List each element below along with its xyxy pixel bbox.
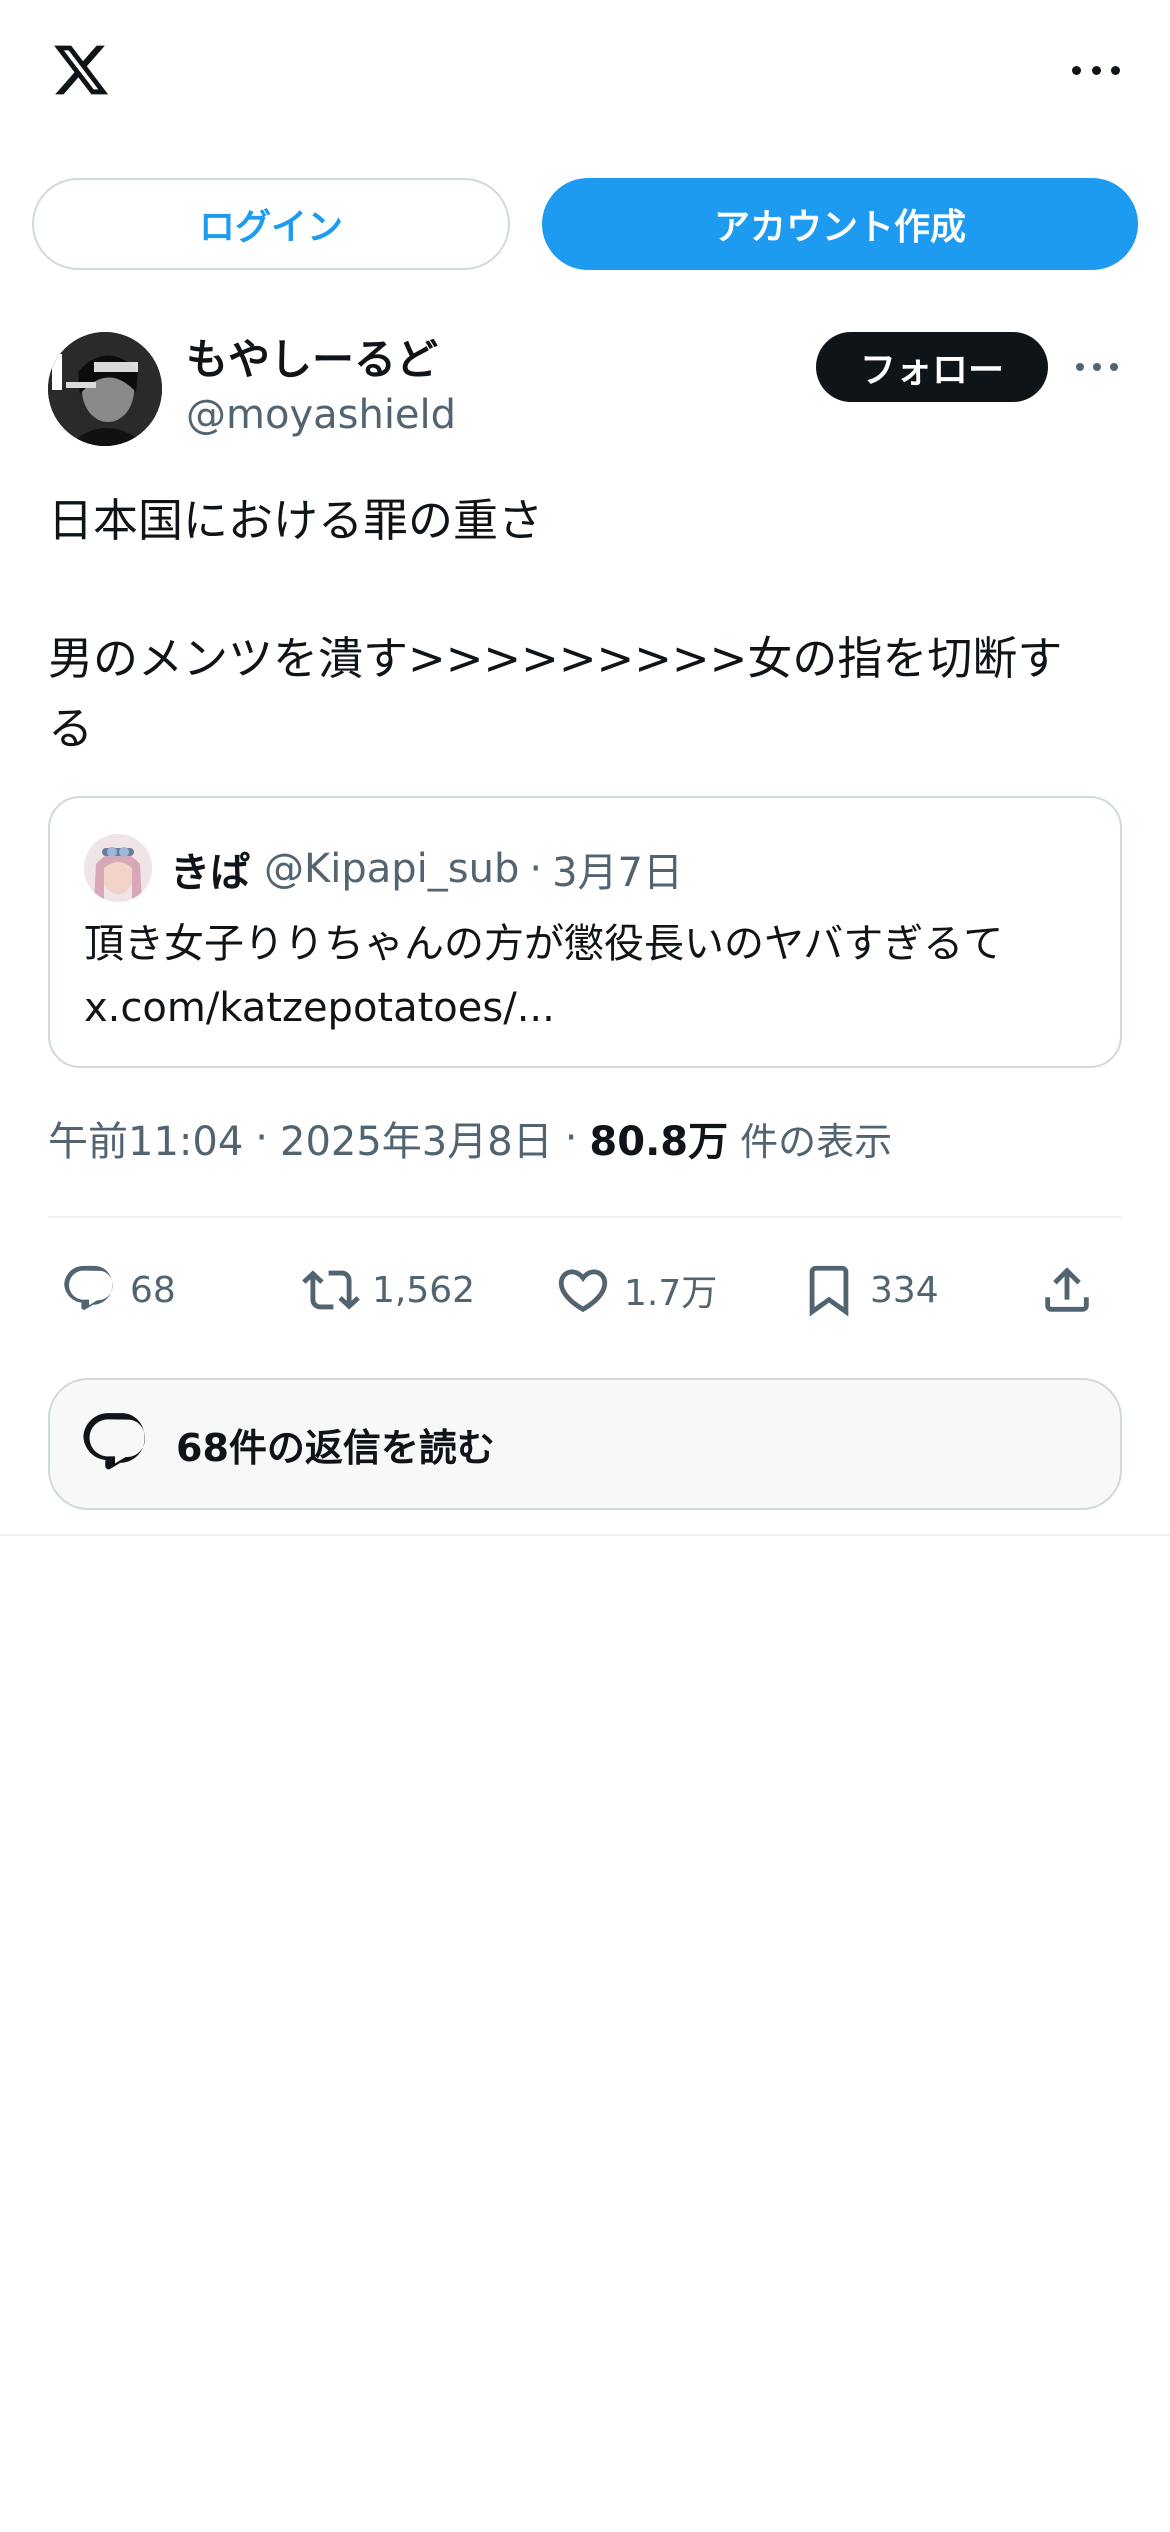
meta-separator: · bbox=[255, 1115, 268, 1161]
quoted-link[interactable]: x.com/katzepotatoes/... bbox=[84, 976, 1094, 1040]
quoted-avatar bbox=[84, 834, 152, 902]
meta-separator: · bbox=[564, 1115, 578, 1161]
quoted-tweet-card[interactable]: きぱ @Kipapi_sub · 3月7日 頂き女子りりちゃんの方が懲役長いのヤ… bbox=[48, 796, 1122, 1068]
retweet-icon bbox=[302, 1270, 360, 1310]
top-bar bbox=[0, 0, 1170, 150]
tweet-time[interactable]: 午前11:04 bbox=[48, 1109, 243, 1167]
like-button[interactable]: 1.7万 bbox=[554, 1250, 717, 1330]
reply-icon bbox=[64, 1265, 113, 1310]
view-count: 80.8万 bbox=[589, 1119, 729, 1165]
tweet-meta: 午前11:04 · 2025年3月8日 · 80.8万 件の表示 bbox=[48, 1106, 892, 1170]
quoted-text: 頂き女子りりちゃんの方が懲役長いのヤバすぎるて x.com/katzepotat… bbox=[84, 912, 1094, 1040]
tweet-text-line: 日本国における罪の重さ bbox=[48, 494, 544, 547]
action-bar: 68 1,562 1.7万 334 bbox=[48, 1250, 1122, 1330]
quoted-text-line: 頂き女子りりちゃんの方が懲役長いのヤバすぎるて bbox=[84, 921, 1004, 967]
login-button[interactable]: ログイン bbox=[32, 178, 510, 270]
create-account-button[interactable]: アカウント作成 bbox=[542, 178, 1138, 270]
quoted-author-handle: @Kipapi_sub bbox=[264, 846, 520, 892]
auth-buttons: ログイン アカウント作成 bbox=[32, 178, 1138, 270]
author-name[interactable]: もやしーるど bbox=[186, 326, 438, 387]
tweet-text: 日本国における罪の重さ 男のメンツを潰す>>>>>>>>>女の指を切断す る bbox=[48, 486, 1128, 764]
retweet-button[interactable]: 1,562 bbox=[302, 1250, 475, 1330]
reply-count: 68 bbox=[130, 1269, 176, 1311]
heart-icon bbox=[558, 1269, 608, 1313]
retweet-count: 1,562 bbox=[372, 1269, 476, 1311]
quoted-author-name: きぱ bbox=[170, 850, 250, 896]
author-handle[interactable]: @moyashield bbox=[186, 392, 456, 438]
view-count-label: 件の表示 bbox=[740, 1119, 893, 1164]
like-count: 1.7万 bbox=[624, 1273, 718, 1314]
avatar[interactable] bbox=[48, 332, 162, 446]
bookmark-button[interactable]: 334 bbox=[800, 1250, 939, 1330]
bookmark-icon bbox=[809, 1265, 849, 1317]
quoted-date: 3月7日 bbox=[552, 850, 683, 896]
tweet-more-icon[interactable] bbox=[1076, 358, 1118, 376]
tweet-text-line: る bbox=[48, 702, 94, 755]
x-logo-icon[interactable] bbox=[48, 40, 114, 100]
divider bbox=[0, 1534, 1170, 1536]
quoted-header: きぱ @Kipapi_sub · 3月7日 bbox=[170, 834, 683, 904]
reply-button[interactable]: 68 bbox=[60, 1250, 176, 1330]
bookmark-count: 334 bbox=[870, 1269, 939, 1311]
divider bbox=[48, 1216, 1122, 1218]
read-replies-label: 68件の返信を読む bbox=[176, 1425, 495, 1470]
share-icon bbox=[1045, 1267, 1089, 1312]
more-options-icon[interactable] bbox=[1072, 56, 1120, 84]
tweet-date[interactable]: 2025年3月8日 bbox=[280, 1109, 553, 1167]
page: ログイン アカウント作成 もやしーるど @moyashield フォロー 日本国… bbox=[0, 0, 1170, 2532]
follow-button[interactable]: フォロー bbox=[816, 332, 1048, 402]
tweet-text-line: 男のメンツを潰す>>>>>>>>>女の指を切断す bbox=[48, 632, 1063, 685]
quoted-separator: · bbox=[529, 846, 543, 892]
share-button[interactable] bbox=[1038, 1250, 1096, 1330]
replies-bubble-icon bbox=[83, 1413, 146, 1470]
read-replies-button[interactable]: 68件の返信を読む bbox=[48, 1378, 1122, 1510]
